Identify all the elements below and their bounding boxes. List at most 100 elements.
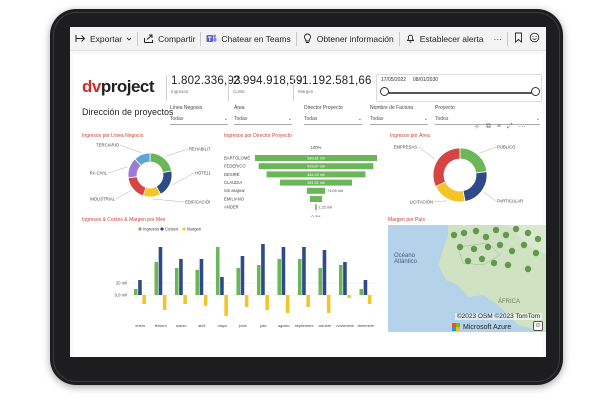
- date-slider-start-handle[interactable]: [380, 87, 389, 96]
- map-bubble[interactable]: [464, 257, 472, 265]
- bar-ingresos[interactable]: [359, 289, 364, 295]
- bar-margen[interactable]: [203, 295, 208, 306]
- bar-costes[interactable]: [261, 244, 265, 295]
- map-bubble[interactable]: [532, 249, 540, 257]
- pin-icon[interactable]: ✧: [474, 123, 480, 131]
- export-button[interactable]: Exportar: [70, 27, 137, 50]
- bar-margen[interactable]: [285, 295, 290, 313]
- map-bubble[interactable]: [450, 231, 458, 239]
- bookmark-icon[interactable]: [514, 32, 523, 45]
- bar-margen[interactable]: [347, 295, 351, 298]
- filter-proyecto[interactable]: Proyecto Todos ⌄: [435, 105, 540, 125]
- map-bubble[interactable]: [504, 261, 512, 269]
- filter-dropdown[interactable]: Todas ⌄: [170, 116, 228, 125]
- date-start[interactable]: 17/05/2022: [381, 77, 406, 83]
- filter-icon[interactable]: ≡: [497, 123, 501, 131]
- chevron-down-icon: ⌄: [223, 116, 228, 122]
- bar-margen[interactable]: [326, 295, 331, 313]
- filter-nombre-factura[interactable]: Nombre de Factura Todas ⌄: [370, 105, 428, 125]
- funnel-bar[interactable]: [309, 196, 323, 202]
- map-bubble[interactable]: [524, 229, 532, 237]
- bar-margen[interactable]: [306, 295, 310, 307]
- map-bubble[interactable]: [508, 247, 516, 255]
- bar-costes[interactable]: [220, 277, 224, 295]
- focus-mode-icon[interactable]: ⤢: [507, 123, 513, 131]
- bar-ingresos[interactable]: [277, 259, 282, 295]
- bar-costes[interactable]: [158, 247, 163, 295]
- copy-icon[interactable]: ⧉: [486, 123, 491, 131]
- filter-value: Todas: [170, 116, 184, 122]
- set-alert-button[interactable]: Establecer alerta: [400, 27, 489, 50]
- donut-slice[interactable]: [127, 176, 147, 197]
- map-bubble[interactable]: [472, 227, 480, 235]
- share-button[interactable]: Compartir: [138, 27, 200, 50]
- bar-margen[interactable]: [367, 295, 372, 304]
- bar-costes[interactable]: [138, 280, 142, 295]
- bar-costes[interactable]: [343, 262, 347, 295]
- bar-ingresos[interactable]: [297, 259, 302, 295]
- map-bubble[interactable]: [490, 259, 498, 267]
- bar-margen[interactable]: [183, 295, 187, 304]
- bar-margen[interactable]: [142, 295, 146, 304]
- bar-ingresos[interactable]: [195, 269, 200, 295]
- date-range-slicer[interactable]: 17/05/2022 08/01/2030: [376, 74, 542, 102]
- funnel-chart-director[interactable]: 100% BARTOLOMÉ 589,81 mil FEDERICO 543,97 mi…: [220, 137, 380, 217]
- bar-ingresos[interactable]: [236, 268, 241, 295]
- bar-costes[interactable]: [302, 247, 306, 295]
- donut-slice[interactable]: [432, 147, 461, 188]
- map-bubble[interactable]: [520, 241, 528, 249]
- bar-costes[interactable]: [199, 259, 204, 295]
- filter-dropdown[interactable]: Todas ⌄: [304, 116, 362, 125]
- bar-margen[interactable]: [224, 295, 228, 316]
- bar-ingresos[interactable]: [174, 268, 179, 295]
- smiley-feedback-icon[interactable]: [529, 32, 540, 45]
- filter-dropdown[interactable]: Todas ⌄: [370, 116, 428, 125]
- bar-margen[interactable]: [244, 295, 249, 307]
- map-bubble[interactable]: [512, 225, 520, 233]
- map-bubble[interactable]: [492, 226, 500, 234]
- bar-costes[interactable]: [240, 256, 245, 295]
- donut-chart-linea-negocio[interactable]: REHABILITACIÓN HOTELERO EDIFICACIÓN INDUSTR…: [90, 139, 210, 215]
- donut-slice[interactable]: [462, 171, 488, 202]
- date-slider-track[interactable]: [385, 92, 535, 94]
- bar-margen[interactable]: [265, 295, 269, 310]
- map-feedback-icon[interactable]: ☺: [533, 321, 543, 331]
- filter-linea-negocio[interactable]: Línea Negocio Todas ⌄: [170, 105, 228, 125]
- map-bubble[interactable]: [478, 255, 486, 263]
- map-bubble[interactable]: [496, 241, 504, 249]
- map-visual[interactable]: Océano Atlántico ÁFRICA ©2023 OSM ©2023 T…: [388, 225, 546, 332]
- donut-slice[interactable]: [149, 152, 173, 174]
- more-options-icon[interactable]: ⋯: [519, 123, 526, 131]
- map-bubble[interactable]: [534, 235, 542, 243]
- bar-ingresos[interactable]: [154, 262, 159, 295]
- funnel-bar[interactable]: [306, 187, 326, 194]
- insights-button[interactable]: Obtener información: [297, 27, 399, 50]
- map-bubble[interactable]: [470, 245, 478, 253]
- map-bubble[interactable]: [502, 231, 510, 239]
- bar-ingresos[interactable]: [338, 265, 343, 295]
- filter-area[interactable]: Área Todas ⌄: [234, 105, 292, 125]
- bar-costes[interactable]: [179, 259, 183, 295]
- bar-ingresos[interactable]: [256, 265, 261, 295]
- bar-costes[interactable]: [363, 280, 368, 295]
- map-bubble[interactable]: [524, 265, 532, 273]
- bar-costes[interactable]: [322, 250, 327, 295]
- donut-chart-area[interactable]: PÚBLICO PARTICULAR LICITACIÓN EMPRESAS: [388, 139, 528, 215]
- date-end[interactable]: 08/01/2030: [413, 77, 438, 83]
- bar-chart-mes[interactable]: Ingresos Costes Margen 20 mil 0,0 mil enero fe…: [80, 223, 380, 333]
- map-bubble[interactable]: [456, 243, 464, 251]
- bar-costes[interactable]: [281, 247, 286, 295]
- more-options-button[interactable]: ···: [489, 27, 508, 50]
- bar-ingresos[interactable]: [318, 268, 323, 295]
- filter-dropdown[interactable]: Todas ⌄: [234, 116, 292, 125]
- teams-chat-button[interactable]: Chatear en Teams: [201, 27, 295, 50]
- map-bubble[interactable]: [484, 243, 492, 251]
- funnel-bar[interactable]: [315, 204, 317, 211]
- map-bubble[interactable]: [482, 233, 490, 241]
- bar-ingresos[interactable]: [215, 247, 220, 295]
- date-slider-end-handle[interactable]: [531, 87, 540, 96]
- filter-director-proyecto[interactable]: Director Proyecto Todas ⌄: [304, 105, 362, 125]
- map-bubble[interactable]: [460, 229, 468, 237]
- bar-margen[interactable]: [162, 295, 167, 310]
- bar-ingresos[interactable]: [133, 289, 138, 295]
